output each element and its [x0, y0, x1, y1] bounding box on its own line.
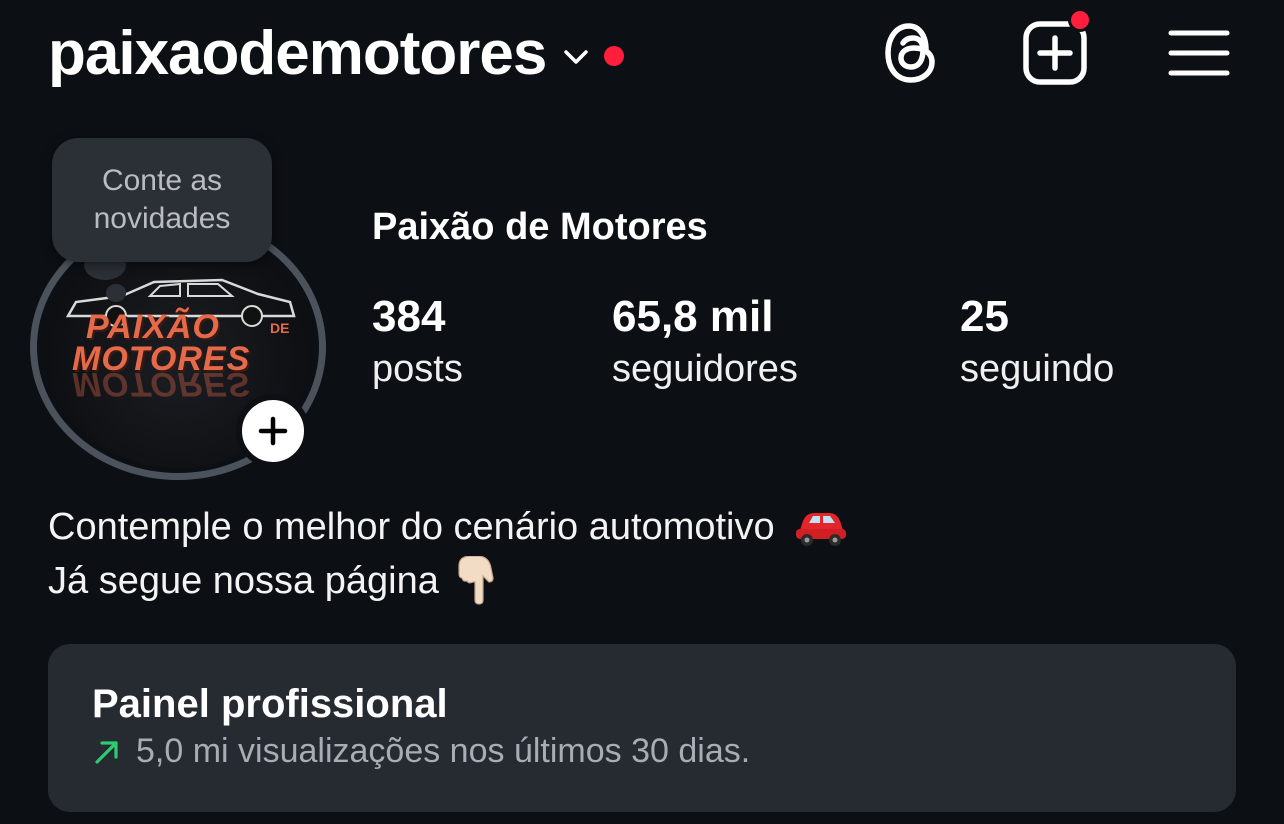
logo-text-de: DE: [270, 320, 290, 336]
note-bubble[interactable]: Conte as novidades: [52, 138, 272, 262]
bio-text-1: Contemple o melhor do cenário automotivo: [48, 506, 775, 548]
account-switcher[interactable]: paixaodemotores: [48, 14, 625, 94]
top-bar: paixaodemotores: [0, 0, 1284, 110]
display-name: Paixão de Motores: [372, 206, 708, 248]
bio-line-1: Contemple o melhor do cenário automotivo: [48, 500, 849, 554]
following-stat[interactable]: 25 seguindo: [960, 290, 1114, 394]
logo-text-reflection: MOTORES: [72, 365, 251, 403]
posts-count: 384: [372, 292, 446, 341]
profile-screen: paixaodemotores PAIXÃO DE MOTORES MOTORE…: [0, 0, 1284, 824]
threads-button[interactable]: [876, 18, 946, 88]
notification-dot: [604, 46, 625, 66]
notification-dot: [1068, 8, 1092, 32]
menu-button[interactable]: [1164, 18, 1234, 88]
red-car-emoji-icon: [795, 513, 846, 546]
hamburger-menu-icon: [1168, 30, 1230, 76]
following-count: 25: [960, 292, 1009, 341]
username: paixaodemotores: [48, 19, 547, 88]
threads-icon: [885, 23, 935, 83]
dashboard-subtitle-row: 5,0 mi visualizações nos últimos 30 dias…: [92, 732, 750, 771]
posts-stat[interactable]: 384 posts: [372, 290, 463, 394]
bio-text-2: Já segue nossa página: [48, 560, 439, 602]
professional-dashboard-card[interactable]: Painel profissional 5,0 mi visualizações…: [48, 644, 1236, 812]
bio: Contemple o melhor do cenário automotivo…: [48, 500, 849, 608]
plus-icon: [258, 416, 288, 446]
followers-stat[interactable]: 65,8 mil seguidores: [612, 290, 798, 394]
create-post-button[interactable]: [1020, 8, 1092, 88]
note-text-line1: Conte as: [101, 164, 223, 197]
note-text-line2: novidades: [93, 202, 231, 235]
pointing-down-emoji-icon: [458, 556, 494, 605]
bio-line-2: Já segue nossa página: [48, 554, 849, 608]
followers-label: seguidores: [612, 348, 798, 390]
add-story-button[interactable]: [236, 394, 310, 468]
followers-count: 65,8 mil: [612, 292, 774, 341]
following-label: seguindo: [960, 348, 1115, 390]
dashboard-title: Painel profissional: [92, 682, 448, 726]
chevron-down-icon: [564, 50, 589, 64]
trending-up-arrow-icon: [95, 740, 118, 764]
dashboard-subtitle: 5,0 mi visualizações nos últimos 30 dias…: [136, 732, 751, 770]
posts-label: posts: [372, 348, 463, 390]
note-bubble-tail-dot: [106, 284, 126, 302]
